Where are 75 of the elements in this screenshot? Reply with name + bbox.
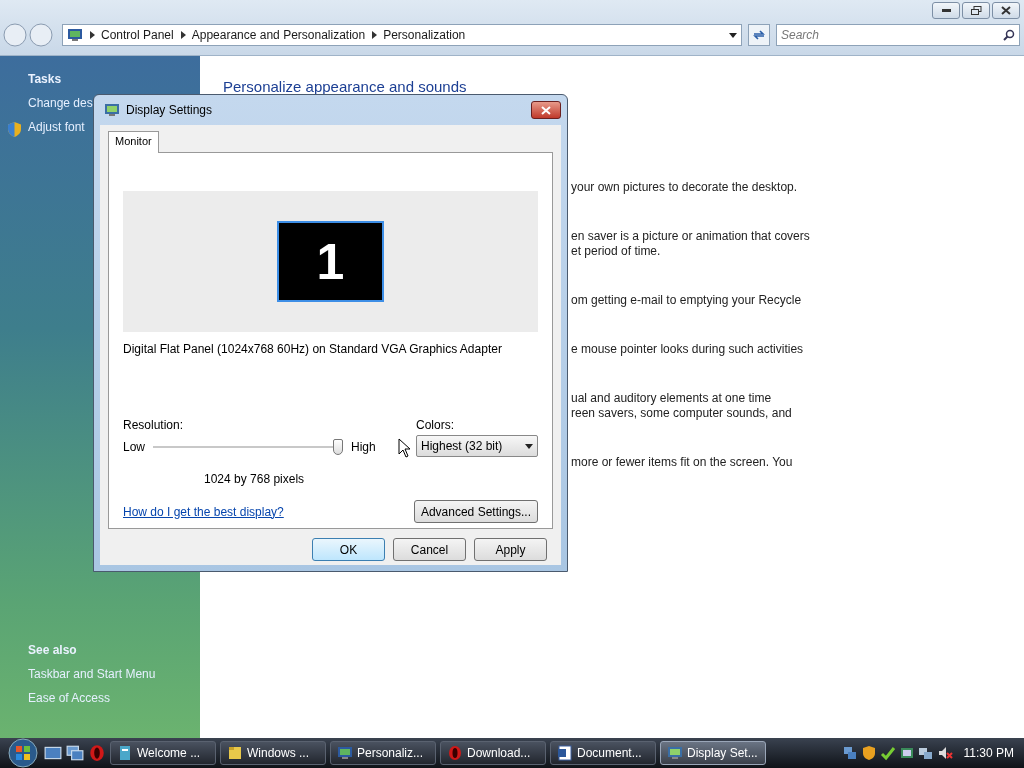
page-heading: Personalize appearance and sounds <box>223 78 468 95</box>
app-icon <box>557 745 573 761</box>
chevron-icon[interactable] <box>89 31 95 39</box>
help-link[interactable]: How do I get the best display? <box>123 504 284 519</box>
dialog-button[interactable]: Cancel <box>393 538 466 561</box>
address-bar[interactable]: Control Panel Appearance and Personalization Personalization <box>62 24 742 46</box>
breadcrumb[interactable]: Appearance and Personalization <box>191 28 366 42</box>
dropdown-icon[interactable] <box>525 443 533 449</box>
taskbar-button[interactable]: Welcome ... <box>110 741 216 765</box>
muted-speaker-icon[interactable] <box>936 745 953 761</box>
app-icon <box>447 745 463 761</box>
description-text: reen savers, some computer sounds, and <box>571 406 793 421</box>
description-text: e mouse pointer looks during such activities <box>571 342 805 357</box>
resolution-reading: 1024 by 768 pixels <box>204 472 306 486</box>
restore-icon <box>970 6 982 15</box>
slider-label: High <box>351 440 376 454</box>
clock: 11:30 PM <box>963 746 1014 760</box>
slider-thumb[interactable] <box>333 439 343 455</box>
minimize-button[interactable] <box>932 2 960 19</box>
close-button[interactable] <box>531 101 561 119</box>
dialog-button[interactable]: OK <box>312 538 385 561</box>
desktop-icon[interactable] <box>44 744 62 762</box>
display-icon <box>104 103 120 117</box>
slider-label: Low <box>123 440 145 454</box>
restore-button[interactable] <box>962 2 990 19</box>
app-icon <box>227 745 243 761</box>
control-panel-icon <box>67 28 83 42</box>
chevron-icon[interactable] <box>371 31 378 39</box>
network-icon[interactable] <box>841 745 858 761</box>
monitor-description: Digital Flat Panel (1024x768 60Hz) on Standard VGA Graphics Adapter <box>123 342 503 356</box>
checkmark-icon[interactable] <box>879 745 896 761</box>
search-icon[interactable] <box>1003 29 1015 41</box>
refresh-icon <box>752 29 766 41</box>
advanced-settings-button[interactable]: Advanced Settings... <box>413 500 538 523</box>
close-button[interactable] <box>992 2 1020 19</box>
cursor-icon <box>398 438 411 458</box>
app-icon <box>117 745 133 761</box>
resolution-slider[interactable] <box>153 438 343 456</box>
description-text: et period of time. <box>571 244 662 259</box>
description-text: more or fewer items fit on the screen. You <box>571 455 794 470</box>
breadcrumb[interactable]: Control Panel <box>101 28 174 42</box>
refresh-button[interactable] <box>748 24 770 46</box>
start-button[interactable] <box>6 738 40 768</box>
sidebar-heading: See also <box>28 643 78 657</box>
network-icon[interactable] <box>917 745 934 761</box>
windows-icon[interactable] <box>66 744 84 762</box>
taskbar-button[interactable]: Download... <box>440 741 546 765</box>
shield-icon[interactable] <box>860 745 877 761</box>
app-icon <box>667 745 683 761</box>
device-icon[interactable] <box>898 745 915 761</box>
app-icon <box>337 745 353 761</box>
colors-label: Colors: <box>416 418 455 432</box>
close-icon <box>1001 6 1011 15</box>
minimize-icon <box>941 9 951 12</box>
description-text: en saver is a picture or animation that covers <box>571 229 811 244</box>
description-text: om getting e-mail to emptying your Recycle <box>571 293 803 308</box>
search-field[interactable]: Search <box>776 24 1020 46</box>
shield-icon <box>8 122 21 137</box>
taskbar-button[interactable]: Windows ... <box>220 741 326 765</box>
chevron-icon[interactable] <box>179 31 186 39</box>
sidebar-heading: Tasks <box>28 72 63 86</box>
tab[interactable]: Monitor <box>108 131 159 153</box>
description-text: ual and auditory elements at one time <box>571 391 773 406</box>
close-icon <box>541 105 551 115</box>
dropdown-icon[interactable] <box>729 32 737 38</box>
taskbar-button[interactable]: Personaliz... <box>330 741 436 765</box>
breadcrumb[interactable]: Personalization <box>383 28 466 42</box>
description-text: your own pictures to decorate the desktop. <box>571 180 799 195</box>
resolution-label: Resolution: <box>123 418 185 432</box>
dialog-title: Display Settings <box>126 103 213 117</box>
colors-dropdown[interactable]: Highest (32 bit) <box>416 435 538 457</box>
taskbar-button[interactable]: Display Set... <box>660 741 766 765</box>
dialog-button[interactable]: Apply <box>474 538 547 561</box>
monitor-tile[interactable]: 1 <box>277 221 384 302</box>
taskbar-button[interactable]: Document... <box>550 741 656 765</box>
